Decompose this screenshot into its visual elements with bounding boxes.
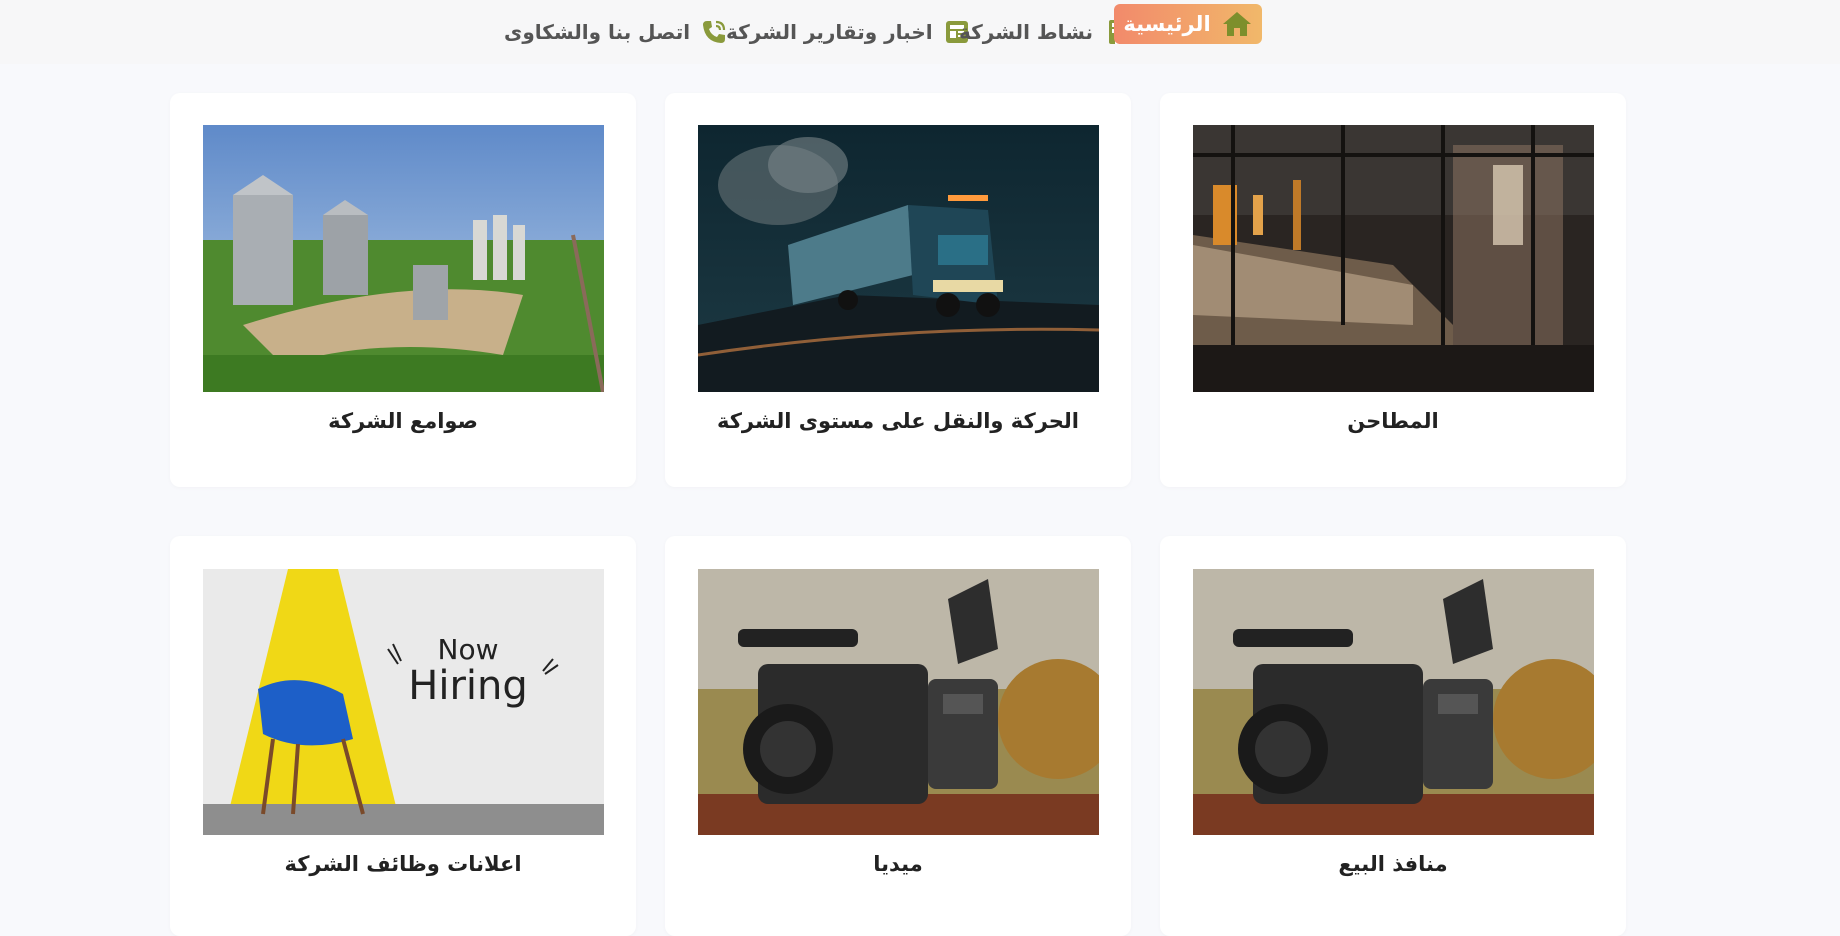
nav-news-label: اخبار وتقارير الشركة [726, 20, 933, 44]
mill-interior-photo [1193, 125, 1594, 392]
nav-activity[interactable]: نشاط الشركة [959, 14, 1131, 50]
nav-home[interactable]: الرئيسية [1114, 4, 1262, 44]
card-transport[interactable]: الحركة والنقل على مستوى الشركة [665, 93, 1131, 487]
video-camera-photo [1193, 569, 1594, 835]
grain-silos-photo [203, 125, 604, 392]
hiring-text: Hiring [408, 663, 528, 709]
nav-activity-label: نشاط الشركة [959, 20, 1094, 44]
phone-icon [700, 18, 728, 46]
card-job-ads[interactable]: Now Hiring اعلانات وظائف الشركة [170, 536, 636, 936]
card-sales-outlets[interactable]: منافذ البيع [1160, 536, 1626, 936]
top-navbar: اتصل بنا والشكاوى اخبار وتقارير الشركة ن… [0, 0, 1840, 64]
nav-contact[interactable]: اتصل بنا والشكاوى [504, 14, 728, 50]
video-camera-photo [698, 569, 1099, 835]
card-title: اعلانات وظائف الشركة [284, 852, 522, 876]
card-media[interactable]: ميديا [665, 536, 1131, 936]
nav-contact-label: اتصل بنا والشكاوى [504, 20, 691, 44]
nav-news[interactable]: اخبار وتقارير الشركة [726, 14, 971, 50]
card-title: منافذ البيع [1338, 852, 1448, 876]
card-title: الحركة والنقل على مستوى الشركة [716, 409, 1080, 433]
nav-menu: اتصل بنا والشكاوى اخبار وتقارير الشركة ن… [504, 0, 1262, 64]
card-mills[interactable]: المطاحن [1160, 93, 1626, 487]
card-title: ميديا [873, 852, 923, 876]
now-hiring-photo: Now Hiring [203, 569, 604, 835]
home-icon [1221, 10, 1253, 38]
now-text: Now [438, 633, 499, 666]
nav-home-label: الرئيسية [1123, 12, 1211, 36]
truck-night-photo [698, 125, 1099, 392]
card-title: المطاحن [1347, 409, 1439, 433]
card-silos[interactable]: صوامع الشركة [170, 93, 636, 487]
card-title: صوامع الشركة [328, 409, 478, 433]
